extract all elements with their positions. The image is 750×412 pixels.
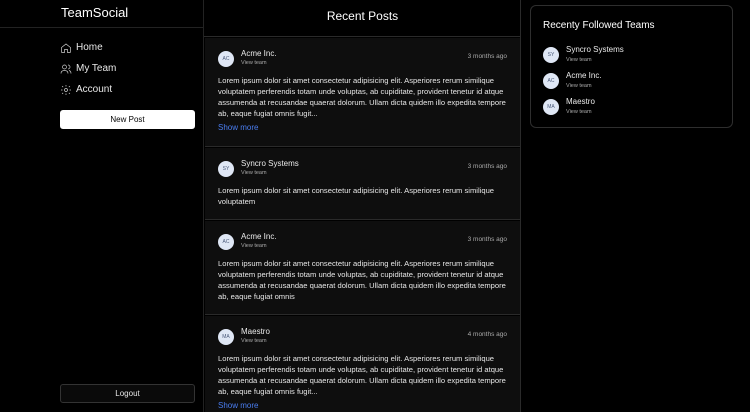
divider (204, 36, 521, 37)
post-author[interactable]: Maestro (241, 327, 270, 336)
logout-button[interactable]: Logout (60, 384, 195, 403)
view-team-link[interactable]: View team (241, 170, 267, 176)
gear-icon (60, 84, 72, 96)
nav-item-home[interactable]: Home (60, 37, 116, 58)
avatar[interactable]: SY (218, 161, 234, 177)
view-team-link[interactable]: View team (241, 338, 267, 344)
avatar[interactable]: AC (218, 234, 234, 250)
post-timestamp: 3 months ago (467, 236, 507, 243)
post-author[interactable]: Acme Inc. (241, 49, 277, 58)
post-body: Lorem ipsum dolor sit amet consectetur a… (218, 186, 495, 206)
team-list-item[interactable]: SY Syncro Systems View team (543, 45, 723, 65)
post-card: AC Acme Inc. View team 3 months ago Lore… (205, 221, 520, 315)
post-body: Lorem ipsum dolor sit amet consectetur a… (218, 76, 506, 118)
avatar: AC (543, 73, 559, 89)
nav-item-label: Account (76, 84, 113, 95)
post-body: Lorem ipsum dolor sit amet consectetur a… (218, 354, 506, 396)
post-timestamp: 4 months ago (467, 331, 507, 338)
post-body: Lorem ipsum dolor sit amet consectetur a… (218, 259, 506, 301)
page-title: Recent Posts (326, 9, 399, 23)
avatar: MA (543, 99, 559, 115)
brand-logo-text[interactable]: TeamSocial (61, 5, 128, 20)
team-list-item[interactable]: AC Acme Inc. View team (543, 71, 723, 91)
nav-item-label: My Team (76, 63, 117, 74)
post-timestamp: 3 months ago (467, 163, 507, 170)
post-card: MA Maestro View team 4 months ago Lorem … (205, 316, 520, 412)
main-nav: Home My Team Account (60, 37, 116, 100)
view-team-link[interactable]: View team (566, 83, 592, 89)
home-icon (60, 42, 72, 54)
users-icon (60, 63, 72, 75)
post-author[interactable]: Acme Inc. (241, 232, 277, 241)
team-name: Maestro (566, 97, 595, 106)
nav-item-account[interactable]: Account (60, 79, 116, 100)
posts-feed: Recent Posts AC Acme Inc. View team 3 mo… (204, 0, 521, 412)
avatar[interactable]: AC (218, 51, 234, 67)
show-more-link[interactable]: Show more (218, 123, 258, 132)
post-timestamp: 3 months ago (467, 53, 507, 60)
divider (0, 27, 204, 28)
post-card: SY Syncro Systems View team 3 months ago… (205, 148, 520, 220)
recently-followed-teams-panel: Recenty Followed Teams SY Syncro Systems… (530, 5, 733, 128)
nav-item-my-team[interactable]: My Team (60, 58, 116, 79)
show-more-link[interactable]: Show more (218, 401, 258, 410)
post-card: AC Acme Inc. View team 3 months ago Lore… (205, 38, 520, 147)
view-team-link[interactable]: View team (241, 243, 267, 249)
sidebar: TeamSocial Home My Team Account New Post… (0, 0, 204, 412)
view-team-link[interactable]: View team (566, 109, 592, 115)
new-post-button[interactable]: New Post (60, 110, 195, 129)
avatar: SY (543, 47, 559, 63)
post-author[interactable]: Syncro Systems (241, 159, 299, 168)
view-team-link[interactable]: View team (241, 60, 267, 66)
view-team-link[interactable]: View team (566, 57, 592, 63)
nav-item-label: Home (76, 42, 103, 53)
team-list-item[interactable]: MA Maestro View team (543, 97, 723, 117)
team-name: Acme Inc. (566, 71, 602, 80)
team-name: Syncro Systems (566, 45, 624, 54)
avatar[interactable]: MA (218, 329, 234, 345)
panel-title: Recenty Followed Teams (543, 20, 655, 31)
